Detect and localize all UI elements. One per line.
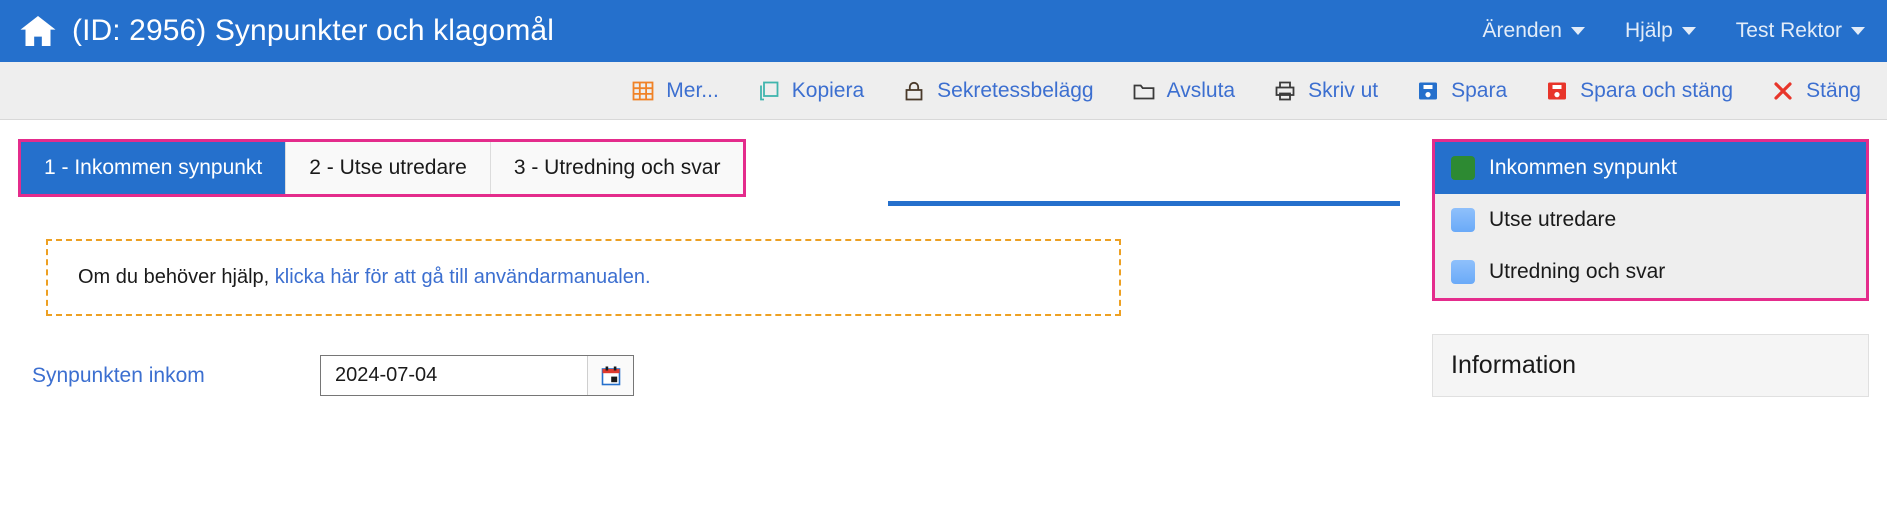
page-content: 1 - Inkommen synpunkt 2 - Utse utredare … [0, 120, 1887, 517]
tab-strip: 1 - Inkommen synpunkt 2 - Utse utredare … [18, 139, 747, 197]
status-item-utse-utredare[interactable]: Utse utredare [1435, 194, 1866, 246]
date-field-label: Synpunkten inkom [32, 363, 205, 387]
home-icon[interactable] [18, 11, 58, 51]
lock-icon [902, 79, 926, 103]
nav-item-user-menu[interactable]: Test Rektor [1736, 19, 1865, 43]
status-swatch-blue-icon [1451, 260, 1475, 284]
save-label: Spara [1451, 78, 1508, 102]
printer-icon [1273, 79, 1297, 103]
header-nav: Ärenden Hjälp Test Rektor [1483, 19, 1865, 43]
finish-button[interactable]: Avsluta [1132, 78, 1236, 103]
confidential-button[interactable]: Sekretessbelägg [902, 78, 1094, 103]
confidential-label: Sekretessbelägg [937, 78, 1094, 102]
tab-label: 2 - Utse utredare [309, 156, 467, 179]
tab-label: 3 - Utredning och svar [513, 156, 721, 179]
save-and-close-button[interactable]: Spara och stäng [1545, 79, 1733, 103]
status-swatch-green-icon [1451, 156, 1475, 180]
save-button[interactable]: Spara [1416, 79, 1507, 103]
date-input[interactable]: 2024-07-04 [321, 356, 587, 395]
date-input-group: 2024-07-04 [320, 355, 634, 396]
status-swatch-blue-icon [1451, 208, 1475, 232]
copy-label: Kopiera [791, 78, 865, 102]
information-panel-title: Information [1451, 351, 1577, 379]
more-button[interactable]: Mer... [631, 79, 719, 103]
tab-utredning-och-svar[interactable]: 3 - Utredning och svar [490, 142, 744, 194]
nav-item-label: Test Rektor [1735, 19, 1842, 42]
finish-label: Avsluta [1166, 78, 1236, 102]
status-item-utredning-och-svar[interactable]: Utredning och svar [1435, 246, 1866, 298]
status-list: Inkommen synpunkt Utse utredare Utrednin… [1432, 139, 1869, 301]
status-item-label: Utredning och svar [1489, 260, 1666, 283]
tab-label: 1 - Inkommen synpunkt [44, 156, 263, 179]
print-label: Skriv ut [1308, 78, 1379, 102]
date-field-row: Synpunkten inkom 2024-07-04 [32, 355, 1432, 396]
nav-item-label: Hjälp [1624, 19, 1673, 42]
copy-icon [757, 79, 781, 103]
save-and-close-label: Spara och stäng [1580, 78, 1734, 102]
close-label: Stäng [1806, 78, 1861, 102]
more-label: Mer... [666, 78, 719, 102]
app-header: (ID: 2956) Synpunkter och klagomål Ärend… [0, 0, 1887, 62]
tab-utse-utredare[interactable]: 2 - Utse utredare [286, 142, 491, 194]
main-column: 1 - Inkommen synpunkt 2 - Utse utredare … [0, 120, 1432, 396]
print-button[interactable]: Skriv ut [1273, 79, 1378, 103]
close-x-icon [1771, 79, 1795, 103]
status-item-label: Utse utredare [1489, 208, 1617, 231]
help-notice: Om du behöver hjälp, klicka här för att … [46, 239, 1121, 316]
close-button[interactable]: Stäng [1771, 79, 1861, 103]
nav-item-hjalp[interactable]: Hjälp [1625, 19, 1696, 43]
chevron-down-icon [1851, 27, 1865, 35]
status-item-label: Inkommen synpunkt [1489, 156, 1677, 179]
floppy-red-icon [1545, 79, 1569, 103]
folder-icon [1132, 79, 1156, 103]
user-manual-link[interactable]: klicka här för att gå till användarmanua… [275, 266, 651, 288]
chevron-down-icon [1570, 27, 1585, 35]
grid-icon [631, 79, 655, 103]
page-title: (ID: 2956) Synpunkter och klagomål [72, 14, 554, 47]
nav-item-label: Ärenden [1482, 19, 1562, 42]
chevron-down-icon [1681, 27, 1696, 35]
floppy-icon [1416, 79, 1440, 103]
side-column: Inkommen synpunkt Utse utredare Utrednin… [1432, 120, 1887, 397]
nav-item-arenden[interactable]: Ärenden [1483, 19, 1585, 43]
tab-underline [888, 201, 1400, 206]
status-item-inkommen-synpunkt[interactable]: Inkommen synpunkt [1435, 142, 1866, 194]
information-panel: Information [1432, 334, 1869, 397]
tab-inkommen-synpunkt[interactable]: 1 - Inkommen synpunkt [21, 142, 287, 194]
calendar-icon[interactable] [587, 356, 633, 395]
action-toolbar: Mer... Kopiera Sekretessbelägg Avsluta S… [0, 62, 1887, 120]
tabs-wrapper: 1 - Inkommen synpunkt 2 - Utse utredare … [0, 120, 1432, 206]
help-notice-text: Om du behöver hjälp, [78, 266, 275, 288]
copy-button[interactable]: Kopiera [757, 79, 864, 103]
